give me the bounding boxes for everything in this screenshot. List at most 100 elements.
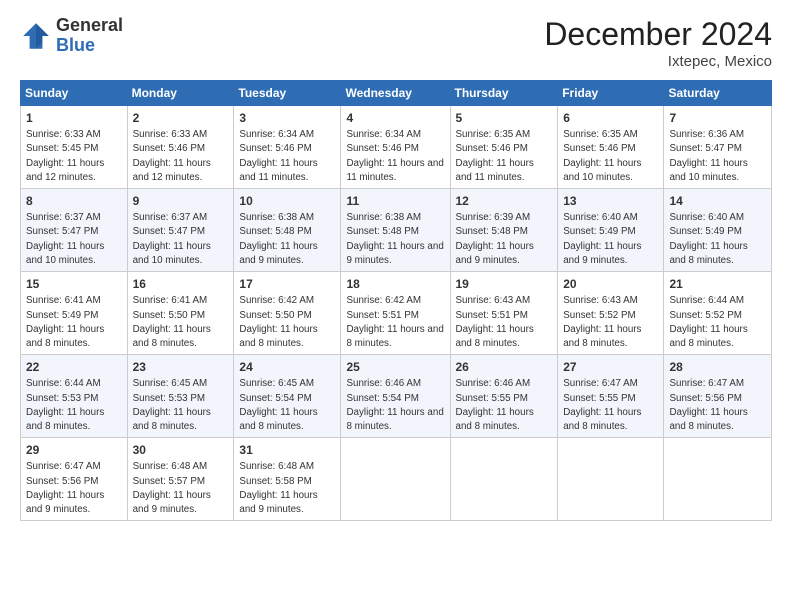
calendar-cell: 8 Sunrise: 6:37 AMSunset: 5:47 PMDaylight… xyxy=(21,189,128,272)
day-number: 9 xyxy=(133,193,229,209)
day-number: 27 xyxy=(563,359,658,375)
day-info: Sunrise: 6:46 AMSunset: 5:55 PMDaylight:… xyxy=(456,378,534,432)
day-info: Sunrise: 6:41 AMSunset: 5:50 PMDaylight:… xyxy=(133,295,211,349)
calendar-cell: 11 Sunrise: 6:38 AMSunset: 5:48 PMDayligh… xyxy=(341,189,450,272)
calendar-week-row: 29Sunrise: 6:47 AMSunset: 5:56 PMDayligh… xyxy=(21,438,772,521)
calendar-cell: 13 Sunrise: 6:40 AMSunset: 5:49 PMDayligh… xyxy=(558,189,664,272)
day-info: Sunrise: 6:39 AMSunset: 5:48 PMDaylight:… xyxy=(456,212,534,266)
logo-blue: Blue xyxy=(56,35,95,55)
day-info: Sunrise: 6:34 AMSunset: 5:46 PMDaylight:… xyxy=(346,129,443,183)
day-number: 24 xyxy=(239,359,335,375)
day-number: 1 xyxy=(26,110,122,126)
header-sunday: Sunday xyxy=(21,81,128,106)
day-info: Sunrise: 6:38 AMSunset: 5:48 PMDaylight:… xyxy=(346,212,443,266)
location: Ixtepec, Mexico xyxy=(544,53,772,70)
day-info: Sunrise: 6:47 AMSunset: 5:56 PMDaylight:… xyxy=(26,461,104,515)
day-number: 30 xyxy=(133,442,229,458)
calendar-week-row: 22 Sunrise: 6:44 AMSunset: 5:53 PMDayligh… xyxy=(21,355,772,438)
day-info: Sunrise: 6:34 AMSunset: 5:46 PMDaylight:… xyxy=(239,129,317,183)
title-block: December 2024 Ixtepec, Mexico xyxy=(544,16,772,70)
day-info: Sunrise: 6:44 AMSunset: 5:53 PMDaylight:… xyxy=(26,378,104,432)
header-friday: Friday xyxy=(558,81,664,106)
calendar-week-row: 1 Sunrise: 6:33 AMSunset: 5:45 PMDaylight… xyxy=(21,106,772,189)
day-number: 26 xyxy=(456,359,553,375)
day-info: Sunrise: 6:42 AMSunset: 5:51 PMDaylight:… xyxy=(346,295,443,349)
day-info: Sunrise: 6:44 AMSunset: 5:52 PMDaylight:… xyxy=(669,295,747,349)
calendar-cell: 3Sunrise: 6:34 AMSunset: 5:46 PMDaylight… xyxy=(234,106,341,189)
day-info: Sunrise: 6:38 AMSunset: 5:48 PMDaylight:… xyxy=(239,212,317,266)
calendar-cell: 17 Sunrise: 6:42 AMSunset: 5:50 PMDayligh… xyxy=(234,272,341,355)
day-info: Sunrise: 6:37 AMSunset: 5:47 PMDaylight:… xyxy=(133,212,211,266)
day-info: Sunrise: 6:40 AMSunset: 5:49 PMDaylight:… xyxy=(563,212,641,266)
calendar-table: Sunday Monday Tuesday Wednesday Thursday… xyxy=(20,80,772,521)
calendar-cell: 15 Sunrise: 6:41 AMSunset: 5:49 PMDayligh… xyxy=(21,272,128,355)
calendar-cell: 20 Sunrise: 6:43 AMSunset: 5:52 PMDayligh… xyxy=(558,272,664,355)
day-number: 28 xyxy=(669,359,766,375)
day-number: 21 xyxy=(669,276,766,292)
day-info: Sunrise: 6:41 AMSunset: 5:49 PMDaylight:… xyxy=(26,295,104,349)
day-number: 17 xyxy=(239,276,335,292)
day-info: Sunrise: 6:42 AMSunset: 5:50 PMDaylight:… xyxy=(239,295,317,349)
day-info: Sunrise: 6:46 AMSunset: 5:54 PMDaylight:… xyxy=(346,378,443,432)
day-number: 15 xyxy=(26,276,122,292)
day-info: Sunrise: 6:47 AMSunset: 5:55 PMDaylight:… xyxy=(563,378,641,432)
calendar-cell: 21 Sunrise: 6:44 AMSunset: 5:52 PMDayligh… xyxy=(664,272,772,355)
day-number: 6 xyxy=(563,110,658,126)
day-info: Sunrise: 6:33 AMSunset: 5:45 PMDaylight:… xyxy=(26,129,104,183)
calendar-cell: 26 Sunrise: 6:46 AMSunset: 5:55 PMDayligh… xyxy=(450,355,558,438)
calendar-cell: 27 Sunrise: 6:47 AMSunset: 5:55 PMDayligh… xyxy=(558,355,664,438)
calendar-cell: 28 Sunrise: 6:47 AMSunset: 5:56 PMDayligh… xyxy=(664,355,772,438)
day-number: 25 xyxy=(346,359,444,375)
calendar-cell: 6 Sunrise: 6:35 AMSunset: 5:46 PMDaylight… xyxy=(558,106,664,189)
calendar-cell: 5Sunrise: 6:35 AMSunset: 5:46 PMDaylight… xyxy=(450,106,558,189)
calendar-cell: 7 Sunrise: 6:36 AMSunset: 5:47 PMDaylight… xyxy=(664,106,772,189)
logo: General Blue xyxy=(20,16,123,56)
calendar-cell: 1 Sunrise: 6:33 AMSunset: 5:45 PMDaylight… xyxy=(21,106,128,189)
calendar-cell: 25 Sunrise: 6:46 AMSunset: 5:54 PMDayligh… xyxy=(341,355,450,438)
day-number: 11 xyxy=(346,193,444,209)
day-number: 13 xyxy=(563,193,658,209)
calendar-cell: 14Sunrise: 6:40 AMSunset: 5:49 PMDayligh… xyxy=(664,189,772,272)
day-info: Sunrise: 6:36 AMSunset: 5:47 PMDaylight:… xyxy=(669,129,747,183)
calendar-cell: 2Sunrise: 6:33 AMSunset: 5:46 PMDaylight… xyxy=(127,106,234,189)
calendar-cell: 9 Sunrise: 6:37 AMSunset: 5:47 PMDaylight… xyxy=(127,189,234,272)
calendar-cell: 23Sunrise: 6:45 AMSunset: 5:53 PMDayligh… xyxy=(127,355,234,438)
day-info: Sunrise: 6:48 AMSunset: 5:57 PMDaylight:… xyxy=(133,461,211,515)
day-number: 16 xyxy=(133,276,229,292)
day-number: 18 xyxy=(346,276,444,292)
calendar-cell xyxy=(558,438,664,521)
day-info: Sunrise: 6:43 AMSunset: 5:51 PMDaylight:… xyxy=(456,295,534,349)
calendar-week-row: 15 Sunrise: 6:41 AMSunset: 5:49 PMDayligh… xyxy=(21,272,772,355)
calendar-header-row: Sunday Monday Tuesday Wednesday Thursday… xyxy=(21,81,772,106)
day-info: Sunrise: 6:47 AMSunset: 5:56 PMDaylight:… xyxy=(669,378,747,432)
day-number: 20 xyxy=(563,276,658,292)
day-number: 22 xyxy=(26,359,122,375)
day-number: 8 xyxy=(26,193,122,209)
day-number: 2 xyxy=(133,110,229,126)
calendar-cell: 31 Sunrise: 6:48 AMSunset: 5:58 PMDayligh… xyxy=(234,438,341,521)
calendar-cell: 22 Sunrise: 6:44 AMSunset: 5:53 PMDayligh… xyxy=(21,355,128,438)
day-number: 19 xyxy=(456,276,553,292)
day-number: 7 xyxy=(669,110,766,126)
page: General Blue December 2024 Ixtepec, Mexi… xyxy=(0,0,792,531)
calendar-cell: 18 Sunrise: 6:42 AMSunset: 5:51 PMDayligh… xyxy=(341,272,450,355)
day-info: Sunrise: 6:43 AMSunset: 5:52 PMDaylight:… xyxy=(563,295,641,349)
calendar-cell: 30 Sunrise: 6:48 AMSunset: 5:57 PMDayligh… xyxy=(127,438,234,521)
day-number: 31 xyxy=(239,442,335,458)
calendar-cell: 10Sunrise: 6:38 AMSunset: 5:48 PMDayligh… xyxy=(234,189,341,272)
day-number: 14 xyxy=(669,193,766,209)
day-info: Sunrise: 6:45 AMSunset: 5:54 PMDaylight:… xyxy=(239,378,317,432)
header-saturday: Saturday xyxy=(664,81,772,106)
day-info: Sunrise: 6:35 AMSunset: 5:46 PMDaylight:… xyxy=(563,129,641,183)
calendar-cell: 4Sunrise: 6:34 AMSunset: 5:46 PMDaylight… xyxy=(341,106,450,189)
calendar-cell xyxy=(341,438,450,521)
header-monday: Monday xyxy=(127,81,234,106)
calendar-week-row: 8 Sunrise: 6:37 AMSunset: 5:47 PMDaylight… xyxy=(21,189,772,272)
header: General Blue December 2024 Ixtepec, Mexi… xyxy=(20,16,772,70)
logo-text: General Blue xyxy=(56,16,123,56)
day-number: 5 xyxy=(456,110,553,126)
day-info: Sunrise: 6:48 AMSunset: 5:58 PMDaylight:… xyxy=(239,461,317,515)
day-info: Sunrise: 6:37 AMSunset: 5:47 PMDaylight:… xyxy=(26,212,104,266)
calendar-cell: 24 Sunrise: 6:45 AMSunset: 5:54 PMDayligh… xyxy=(234,355,341,438)
day-info: Sunrise: 6:45 AMSunset: 5:53 PMDaylight:… xyxy=(133,378,211,432)
